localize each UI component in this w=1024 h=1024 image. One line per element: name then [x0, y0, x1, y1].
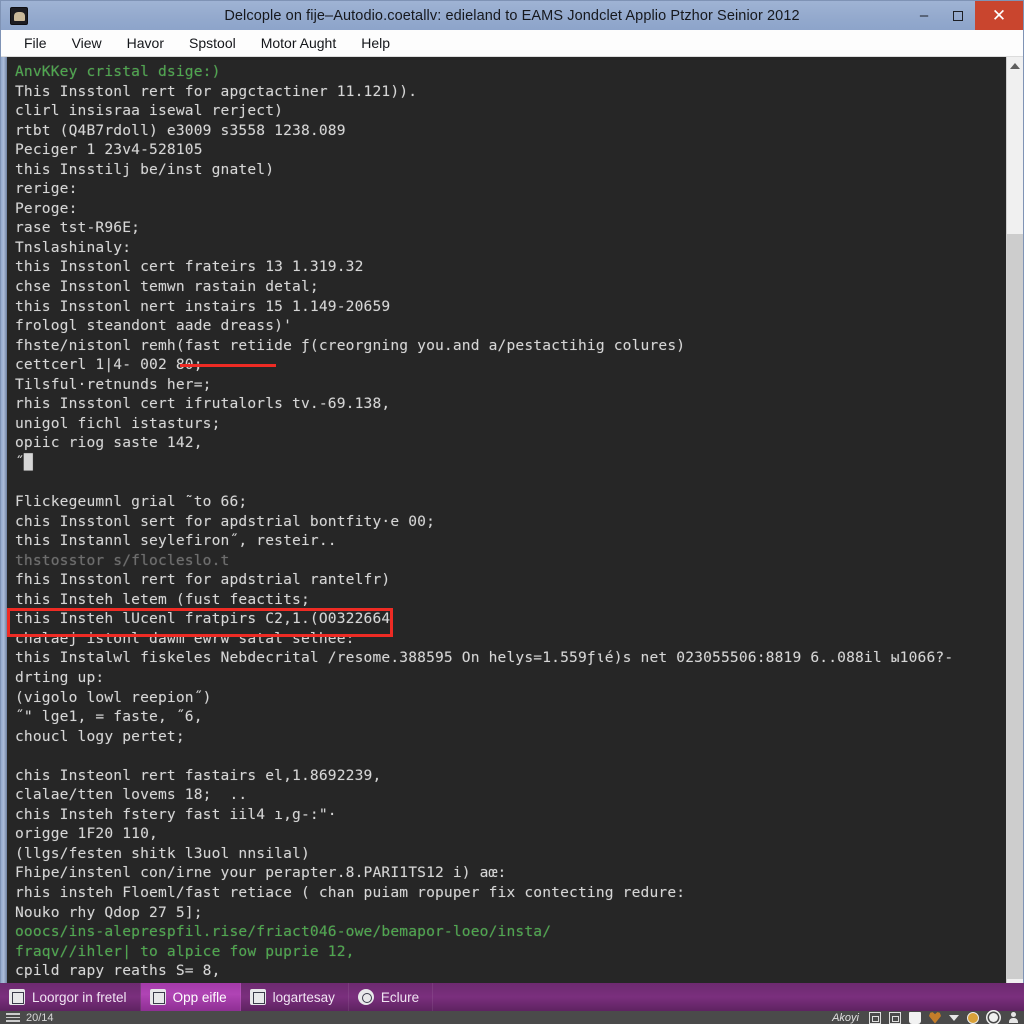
taskbar-task[interactable]: Opp eifle: [140, 983, 241, 1011]
taskbar-task-label: Eclure: [380, 989, 420, 1005]
terminal-line: Peciger 1 23v4-528105: [15, 141, 203, 159]
close-button[interactable]: ✕: [975, 1, 1023, 30]
terminal-line: Tilsful·retnunds her=;: [15, 375, 212, 393]
screen: Delcople on fije–Autodio.coetallv: ediel…: [0, 0, 1024, 1024]
terminal-line: this Insstonl nert instairs 15 1.149-206…: [15, 297, 391, 315]
terminal-line: chis Insteh fstery fast iil4 ı,g-:"·: [15, 805, 337, 823]
taskbar-task[interactable]: Loorgor in fretel: [0, 983, 141, 1011]
terminal-line: (vigolo lowl reepion˝): [15, 688, 212, 706]
terminal-line: this Instannl seylefiron˝, resteir..: [15, 532, 337, 550]
gear-icon[interactable]: [989, 1013, 998, 1022]
tray-label: Akoyi: [832, 1011, 859, 1024]
terminal-line: fhste/nistonl remh(fast retiide ƒ(creorg…: [15, 336, 686, 354]
taskbar-task[interactable]: logartesay: [241, 983, 349, 1011]
menu-item-spstool[interactable]: Spstool: [177, 32, 248, 54]
taskbar-task-label: logartesay: [272, 989, 335, 1005]
terminal-line: ˝█: [15, 453, 33, 471]
terminal-line: cpild rapy reaths S= 8,: [15, 962, 221, 980]
taskbar-status-strip: 20/14 Akoyi: [0, 1011, 1024, 1024]
system-tray: Akoyi: [832, 1011, 1020, 1024]
scroll-up-arrow-icon: [1010, 62, 1020, 69]
menu-item-file[interactable]: File: [12, 32, 59, 54]
terminal-line: cettcerl 1|4- 002 80;: [15, 356, 203, 374]
terminal-line: choucl logy pertet;: [15, 727, 185, 745]
chevron-down-icon[interactable]: [949, 1014, 959, 1021]
terminal-line: this Instalwl fiskeles Nebdecrital /reso…: [15, 649, 954, 667]
taskbar: Loorgor in fretel Opp eifle logartesay Eclu…: [0, 983, 1024, 1024]
terminal-line: fhis Insstonl rert for apdstrial rantelf…: [15, 571, 391, 589]
message-box-icon[interactable]: [869, 1011, 881, 1024]
terminal-line: frologl steandont aade dreass)': [15, 317, 293, 335]
heart-icon[interactable]: [929, 1012, 941, 1024]
terminal-line: chis Insteonl rert fastairs el,1.8692239…: [15, 766, 382, 784]
window-controls: – ✕: [907, 1, 1023, 30]
terminal-line: Nouko rhy Qdop 27 5];: [15, 903, 203, 921]
terminal-line: unigol fichl istasturs;: [15, 414, 221, 432]
maximize-button[interactable]: [941, 1, 975, 30]
terminal-line: chis Insstonl sert for apdstrial bontfit…: [15, 512, 436, 530]
terminal-line: Fhipe/instenl con/irne your perapter.8.P…: [15, 864, 507, 882]
menu-item-view[interactable]: View: [60, 32, 114, 54]
terminal-line: AnvKKey cristal dsige:): [15, 63, 221, 80]
terminal-line: clalae/tten lovems 18; ..: [15, 786, 248, 804]
terminal-line: rhis insteh Floeml/fast retiace ( chan p…: [15, 883, 686, 901]
terminal-line: rase tst-R96E;: [15, 219, 141, 237]
taskbar-task-label: Loorgor in fretel: [32, 989, 127, 1005]
menubar: File View Havor Spstool Motor Aught Help: [1, 30, 1023, 57]
image-box-icon[interactable]: [889, 1011, 901, 1024]
minimize-button[interactable]: –: [907, 1, 941, 30]
scrollbar-track[interactable]: [1007, 74, 1023, 979]
terminal-line: clirl insisraa isewal rerject): [15, 102, 284, 120]
terminal-line: this Insstilj be/inst gnatel): [15, 160, 275, 178]
terminal-line: Flickegeumnl grial ˜to 66;: [15, 493, 248, 511]
window-icon: [9, 989, 25, 1005]
terminal-line: chalaej istonl dawm ewrw satal selhee:: [15, 629, 355, 647]
taskbar-clock: 20/14: [26, 1011, 54, 1024]
taskbar-tasks: Loorgor in fretel Opp eifle logartesay Eclu…: [0, 983, 1024, 1011]
terminal-line: Tnslashinaly:: [15, 238, 132, 256]
terminal-line: rhis Insstonl cert ifrutalorls tv.-69.13…: [15, 395, 391, 413]
terminal-line: ooocs/ins-aleprespfil.rise/friact046-owe…: [15, 923, 552, 941]
terminal-line: chse Insstonl temwn rastain detal;: [15, 278, 319, 296]
menu-item-motor-aught[interactable]: Motor Aught: [249, 32, 349, 54]
terminal-line: drting up:: [15, 668, 105, 686]
terminal-window: Delcople on fije–Autodio.coetallv: ediel…: [0, 0, 1024, 1011]
taskbar-task-label: Opp eifle: [172, 989, 227, 1005]
terminal-scrollbar[interactable]: [1006, 57, 1023, 983]
terminal-line: this Insstonl cert frateirs 13 1.319.32: [15, 258, 364, 276]
window-title: Delcople on fije–Autodio.coetallv: ediel…: [224, 7, 800, 24]
terminal-region: AnvKKey cristal dsige:) This Insstonl rer…: [1, 57, 1023, 983]
terminal-output[interactable]: AnvKKey cristal dsige:) This Insstonl rer…: [7, 57, 1006, 983]
taskbar-task[interactable]: Eclure: [349, 983, 434, 1011]
menu-item-havor[interactable]: Havor: [115, 32, 176, 54]
terminal-line: This Insstonl rert for apgctactiner 11.1…: [15, 82, 418, 100]
menu-item-help[interactable]: Help: [349, 32, 402, 54]
terminal-line: rerige:: [15, 180, 78, 198]
terminal-line: this Insteh letem (fust feactits;: [15, 590, 310, 608]
terminal-line: Peroge:: [15, 199, 78, 217]
window-icon: [249, 989, 266, 1005]
terminal-line: (llgs/festen shitk l3uol nnsilal): [15, 844, 310, 862]
terminal-line: ˝" lge1, = faste, ˝6,: [15, 708, 203, 726]
terminal-line: fraqv//ihler| to alpice fow puprie 12,: [15, 942, 355, 960]
terminal-line: opiic riog saste 142,: [15, 434, 203, 452]
window-icon: [149, 989, 166, 1005]
person-icon[interactable]: [1008, 1011, 1020, 1024]
window-titlebar: Delcople on fije–Autodio.coetallv: ediel…: [1, 1, 1023, 30]
circle-icon: [357, 989, 374, 1005]
scrollbar-thumb[interactable]: [1007, 234, 1023, 979]
terminal-line: thstosstor s/flocleslo.t: [15, 551, 230, 569]
cup-icon[interactable]: [909, 1011, 921, 1024]
menu-hamburger-icon[interactable]: [6, 1013, 20, 1022]
shield-icon[interactable]: [967, 1011, 979, 1024]
maximize-square-icon: [953, 10, 963, 21]
terminal-line: this Insteh lUcenl fratpirs C2,1.(O03226…: [15, 610, 391, 628]
annotation-underline: [180, 364, 276, 367]
terminal-line: origge 1F20 110,: [15, 825, 158, 843]
terminal-line: rtbt (Q4B7rdoll) e3009 s3558 1238.089: [15, 121, 346, 139]
scroll-up-arrow[interactable]: [1007, 57, 1023, 74]
